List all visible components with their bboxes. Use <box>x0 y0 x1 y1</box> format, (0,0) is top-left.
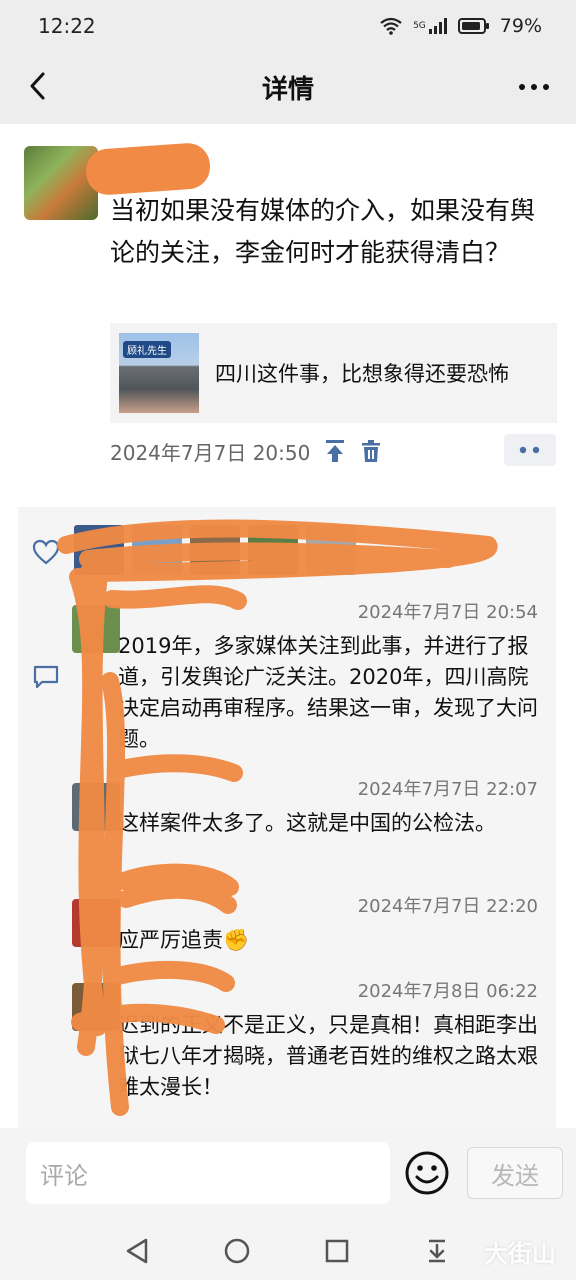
page-title: 详情 <box>261 74 314 105</box>
thumbnail-label: 顾礼先生 <box>123 341 171 358</box>
home-circle-icon <box>224 1238 250 1264</box>
liker-avatar[interactable] <box>306 525 356 575</box>
status-time: 12:22 <box>38 14 96 38</box>
send-button[interactable]: 发送 <box>467 1147 563 1199</box>
status-icons: 5G 79% <box>379 15 542 37</box>
post-actions-button[interactable] <box>504 434 556 466</box>
comment-item[interactable]: 2024年7月8日 06:22 迟到的正义不是正义，只是真相！真相距李出狱七八年… <box>118 980 538 1103</box>
avatar[interactable] <box>24 146 98 220</box>
emoji-icon <box>405 1151 449 1195</box>
heart-icon <box>32 539 60 569</box>
more-icon <box>519 84 549 90</box>
post-time: 2024年7月7日 20:50 <box>110 440 311 465</box>
watermark-text: 大街山 <box>484 1240 556 1268</box>
battery-icon <box>457 17 490 35</box>
system-recents-button[interactable] <box>322 1236 352 1266</box>
comment-text: 2019年，多家媒体关注到此事，并进行了报道，引发舆论广泛关注。2020年，四川… <box>118 634 538 751</box>
battery-percent: 79% <box>499 15 542 37</box>
emoji-button[interactable] <box>404 1150 452 1198</box>
recents-square-icon <box>325 1239 349 1263</box>
comment-item[interactable]: 2024年7月7日 20:54 2019年，多家媒体关注到此事，并进行了报道，引… <box>118 601 538 755</box>
comment-time: 2024年7月7日 22:20 <box>357 896 538 917</box>
comment-time: 2024年7月7日 22:07 <box>357 779 538 800</box>
comment-input[interactable]: 评论 <box>26 1142 390 1204</box>
likes-and-comments: 2024年7月7日 20:54 2019年，多家媒体关注到此事，并进行了报道，引… <box>18 507 556 1128</box>
commenter-avatar[interactable] <box>72 983 120 1031</box>
chevron-left-icon <box>30 72 45 100</box>
system-navigation-bar: 大街山 <box>0 1220 576 1280</box>
signal-icon: 5G <box>413 17 448 35</box>
download-icon <box>429 1239 445 1263</box>
commenter-avatar[interactable] <box>72 899 120 947</box>
wifi-icon <box>379 17 403 35</box>
delete-icon[interactable] <box>360 439 382 463</box>
comment-item[interactable]: 2024年7月7日 22:20 应严厉追责✊ <box>118 895 538 956</box>
post-text: 当初如果没有媒体的介入，如果没有舆论的关注，李金何时才能获得清白？ <box>110 196 536 267</box>
top-navigation: 详情 <box>0 52 576 122</box>
article-thumbnail: 顾礼先生 <box>119 333 199 413</box>
comment-text: 迟到的正义不是正义，只是真相！真相距李出狱七八年才揭晓，普通老百姓的维权之路太艰… <box>118 1013 538 1099</box>
system-back-button[interactable] <box>122 1236 152 1266</box>
commenter-avatar[interactable] <box>72 605 120 653</box>
pin-icon[interactable] <box>324 439 346 463</box>
liker-avatar[interactable] <box>132 525 182 575</box>
liker-avatar[interactable] <box>248 525 298 575</box>
redacted-username <box>84 141 212 197</box>
system-home-button[interactable] <box>222 1236 252 1266</box>
comment-time: 2024年7月8日 06:22 <box>357 981 538 1002</box>
liker-avatar[interactable] <box>190 525 240 575</box>
liker-avatar[interactable] <box>74 525 124 575</box>
comment-text: 应严厉追责✊ <box>118 928 250 952</box>
comment-item[interactable]: 2024年7月7日 22:07 这样案件太多了。这就是中国的公检法。 <box>118 778 538 839</box>
likes-avatars <box>74 525 364 579</box>
network-type: 5G <box>413 21 426 31</box>
comment-text: 这样案件太多了。这就是中国的公检法。 <box>118 811 496 835</box>
more-dots-icon <box>519 446 540 454</box>
comment-time: 2024年7月7日 20:54 <box>357 602 538 623</box>
system-download-button[interactable] <box>422 1236 452 1266</box>
status-bar: 12:22 5G 79% <box>0 0 576 52</box>
more-button[interactable] <box>516 72 552 102</box>
article-title: 四川这件事，比想象得还要恐怖 <box>215 362 509 386</box>
commenter-avatar[interactable] <box>72 783 120 831</box>
comment-icon <box>32 664 60 694</box>
comment-bar: 评论 发送 <box>0 1128 576 1220</box>
back-button[interactable] <box>20 68 56 104</box>
shared-article-card[interactable]: 顾礼先生 四川这件事，比想象得还要恐怖 <box>110 323 557 423</box>
post-meta: 2024年7月7日 20:50 <box>110 434 556 468</box>
moment-detail: 当初如果没有媒体的介入，如果没有舆论的关注，李金何时才能获得清白？ 顾礼先生 四… <box>0 124 576 1128</box>
back-triangle-icon <box>126 1238 148 1264</box>
